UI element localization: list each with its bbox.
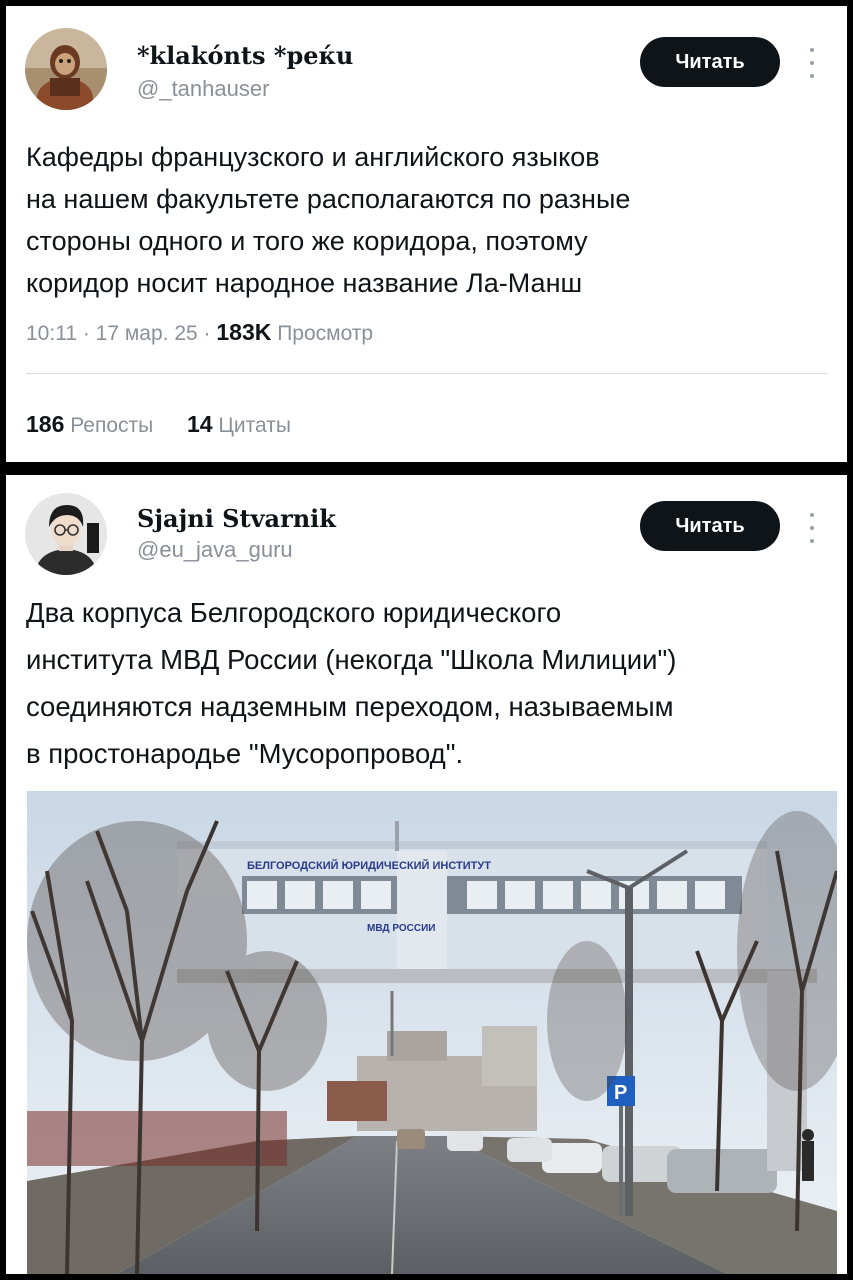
- tweet-line: Два корпуса Белгородского юридического: [26, 597, 562, 628]
- display-name[interactable]: *klakónts *peќu: [137, 41, 353, 70]
- quotes-count: 14: [186, 411, 213, 437]
- parking-sign: P: [614, 1082, 627, 1104]
- divider: [26, 373, 827, 374]
- tweet-line: коридор носит народное название Ла-Манш: [26, 268, 583, 298]
- tweet-text: Два корпуса Белгородского юридического и…: [26, 589, 676, 777]
- user-handle[interactable]: @_tanhauser: [137, 76, 269, 102]
- bridge-sign-bottom: МВД РОССИИ: [367, 923, 435, 934]
- more-options-icon[interactable]: [805, 48, 819, 78]
- user-handle[interactable]: @eu_java_guru: [137, 537, 293, 563]
- views-count: 183K: [216, 319, 272, 345]
- reposts-count: 186: [26, 411, 65, 437]
- tweet-card-1: *klakónts *peќu @_tanhauser Читать Кафед…: [6, 6, 847, 462]
- reposts-label: Репосты: [70, 414, 154, 437]
- reposts-link[interactable]: 186 Репосты: [26, 411, 154, 437]
- more-options-icon[interactable]: [805, 513, 819, 543]
- tweet-photo[interactable]: БЕЛГОРОДСКИЙ ЮРИДИЧЕСКИЙ ИНСТИТУТ МВД РО…: [27, 791, 847, 1274]
- tweet-line: в простонародье "Мусоропровод".: [26, 738, 464, 769]
- tweet-line: института МВД России (некогда "Школа Мил…: [26, 644, 677, 675]
- tweet-meta: 10:11 · 17 мар. 25 · 183K Просмотр: [26, 319, 374, 345]
- tweet-line: соединяются надземным переходом, называе…: [26, 691, 674, 722]
- read-button[interactable]: Читать: [640, 501, 780, 551]
- tweet-date[interactable]: 17 мар. 25: [96, 322, 198, 345]
- engagement-stats: 186 Репосты 14 Цитаты: [26, 411, 291, 438]
- views-label: Просмотр: [277, 322, 374, 345]
- tweet-line: на нашем факультете располагаются по раз…: [26, 184, 631, 214]
- tweet-line: Кафедры французского и английского языко…: [26, 142, 600, 172]
- avatar[interactable]: [25, 493, 107, 575]
- tweet-text: Кафедры французского и английского языко…: [26, 136, 630, 304]
- display-name[interactable]: Sjajni Stvarnik: [137, 504, 336, 533]
- tweet-card-2: Sjajni Stvarnik @eu_java_guru Читать Два…: [6, 475, 847, 1274]
- tweet-time[interactable]: 10:11: [26, 322, 77, 345]
- avatar[interactable]: [25, 28, 107, 110]
- bridge-sign-top: БЕЛГОРОДСКИЙ ЮРИДИЧЕСКИЙ ИНСТИТУТ: [247, 859, 491, 872]
- bridge-street-photo: БЕЛГОРОДСКИЙ ЮРИДИЧЕСКИЙ ИНСТИТУТ МВД РО…: [27, 791, 847, 1274]
- tweet-line: стороны одного и того же коридора, поэто…: [26, 226, 588, 256]
- quotes-link[interactable]: 14 Цитаты: [186, 411, 291, 437]
- read-button[interactable]: Читать: [640, 37, 780, 87]
- quotes-label: Цитаты: [218, 414, 291, 437]
